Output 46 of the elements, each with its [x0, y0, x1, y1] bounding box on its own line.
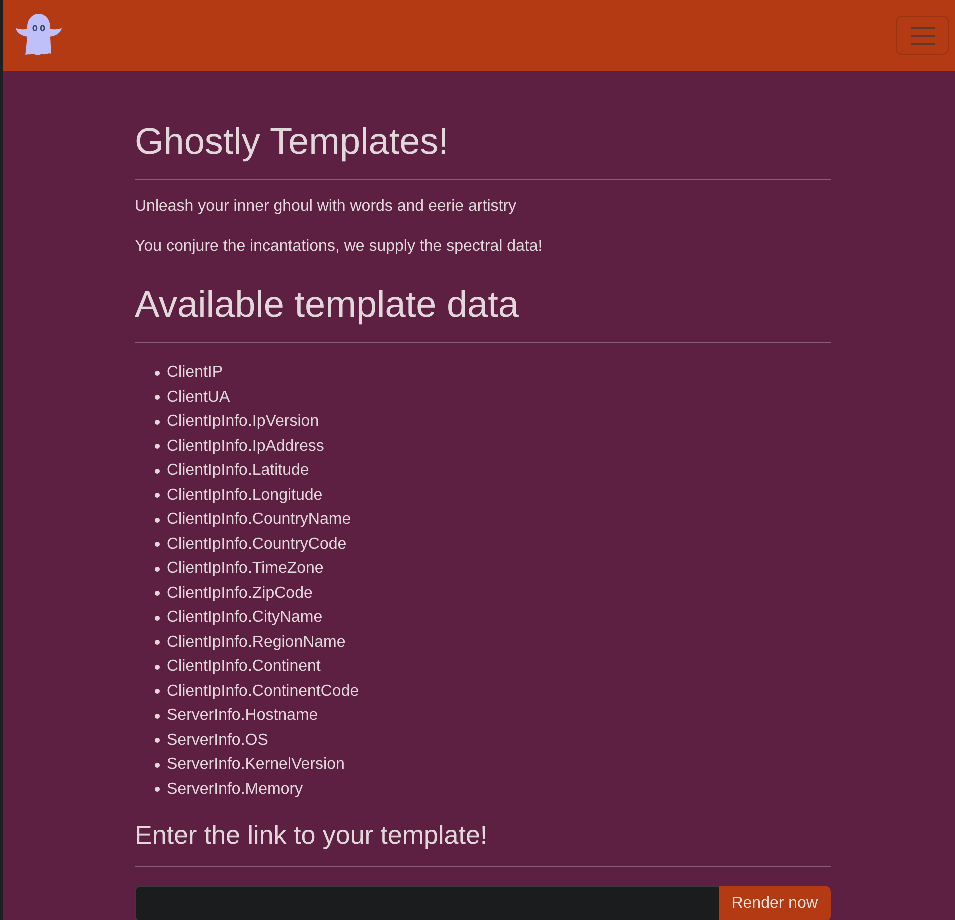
- bullet-icon: [155, 370, 160, 376]
- bullet-icon: [155, 640, 160, 646]
- template-variable: ClientIP: [167, 363, 224, 383]
- menu-icon: [910, 26, 934, 44]
- bullet-icon: [155, 468, 160, 474]
- section-heading: Available template data: [135, 283, 520, 327]
- bullet-icon: [155, 664, 160, 670]
- template-variable: ClientIpInfo.IpVersion: [167, 412, 320, 432]
- template-variable: ClientIpInfo.Longitude: [167, 486, 323, 506]
- bullet-icon: [155, 542, 160, 548]
- ghost-logo-icon: [15, 14, 63, 57]
- template-variable: ClientIpInfo.RegionName: [167, 632, 346, 652]
- template-variable: ClientIpInfo.CountryCode: [167, 534, 347, 554]
- bullet-icon: [155, 591, 160, 596]
- template-variable: ClientIpInfo.ZipCode: [167, 584, 313, 604]
- template-variable: ClientIpInfo.Latitude: [167, 461, 310, 481]
- intro-text: You conjure the incantations, we supply the spectral data!: [135, 237, 544, 257]
- bullet-icon: [155, 714, 160, 719]
- bullet-icon: [155, 689, 160, 694]
- form-heading: Enter the link to your template!: [135, 820, 489, 851]
- template-variable: ClientIpInfo.Continent: [167, 657, 321, 677]
- bullet-icon: [155, 738, 160, 744]
- bullet-icon: [155, 395, 160, 400]
- template-variable: ClientIpInfo.CityName: [167, 608, 323, 628]
- template-variable: ClientIpInfo.TimeZone: [167, 559, 324, 579]
- template-variable: ClientIpInfo.ContinentCode: [167, 682, 360, 702]
- bullet-icon: [155, 762, 160, 768]
- bullet-icon: [155, 566, 160, 572]
- intro-text: Unleash your inner ghoul with words and eerie artistry: [135, 197, 518, 217]
- menu-toggle-button[interactable]: [896, 16, 949, 55]
- template-link-input[interactable]: [135, 886, 719, 920]
- bullet-icon: [155, 518, 160, 523]
- bullet-icon: [155, 444, 160, 450]
- template-variable: ServerInfo.Hostname: [167, 706, 318, 726]
- template-variable: ServerInfo.Memory: [167, 780, 304, 800]
- page-title: Ghostly Templates!: [135, 120, 450, 164]
- bullet-icon: [155, 787, 160, 792]
- bullet-icon: [155, 420, 160, 425]
- template-variable: ClientUA: [167, 388, 230, 408]
- template-variable: ClientIpInfo.IpAddress: [167, 436, 324, 456]
- template-variable: ServerInfo.KernelVersion: [167, 755, 345, 775]
- render-button[interactable]: Render now: [718, 886, 831, 920]
- template-variable: ClientIpInfo.CountryName: [167, 510, 352, 530]
- bullet-icon: [155, 493, 160, 498]
- template-variable: ServerInfo.OS: [167, 730, 268, 750]
- bullet-icon: [155, 616, 160, 621]
